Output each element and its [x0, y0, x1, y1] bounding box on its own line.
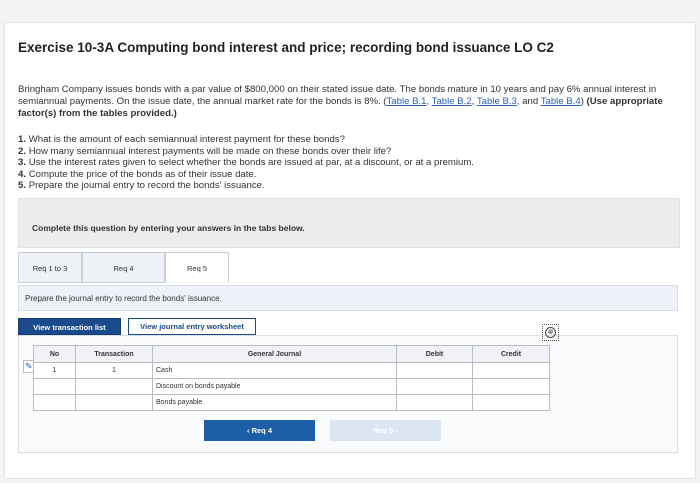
question-list: 1. What is the amount of each semiannual…: [18, 134, 673, 192]
close-button[interactable]: ⊗: [542, 324, 559, 341]
tab-instruction: Prepare the journal entry to record the …: [25, 294, 222, 303]
row-transaction: [75, 394, 153, 411]
question-text: What is the amount of each semiannual in…: [28, 134, 345, 145]
table-b2-link[interactable]: Table B.2: [432, 96, 472, 107]
question-number: 3.: [18, 157, 27, 168]
row-debit: [396, 378, 473, 395]
prev-req-button[interactable]: ‹ Req 4: [204, 420, 315, 441]
row-transaction: [75, 378, 153, 395]
col-header-no: No: [33, 345, 76, 363]
tab-req-1-to-3[interactable]: Req 1 to 3: [18, 252, 82, 283]
row-account: Discount on bonds payable: [152, 378, 397, 395]
row-no: 1: [33, 362, 76, 379]
question-number: 1.: [18, 134, 27, 145]
col-header-debit: Debit: [396, 345, 473, 363]
table-b3-link[interactable]: Table B.3: [477, 96, 517, 107]
table-row: Bonds payable: [33, 394, 550, 411]
tab-req-5[interactable]: Req 5: [165, 252, 229, 283]
question-item: 4. Compute the price of the bonds as of …: [18, 169, 673, 181]
col-header-general-journal: General Journal: [152, 345, 397, 363]
close-icon: ⊗: [545, 327, 556, 338]
view-journal-worksheet-button[interactable]: View journal entry worksheet: [128, 318, 256, 335]
question-item: 2. How many semiannual interest payments…: [18, 146, 673, 158]
table-b1-link[interactable]: Table B.1: [387, 96, 427, 107]
row-debit: [396, 394, 473, 411]
page-title: Exercise 10-3A Computing bond interest a…: [18, 40, 554, 55]
tab-req-4[interactable]: Req 4: [82, 252, 165, 283]
question-item: 5. Prepare the journal entry to record t…: [18, 180, 673, 192]
question-text: Compute the price of the bonds as of the…: [28, 168, 257, 180]
tab-instruction-bar: Prepare the journal entry to record the …: [18, 285, 678, 311]
row-credit: [472, 362, 550, 379]
journal-table: No Transaction General Journal Debit Cre…: [33, 345, 550, 411]
panel-instruction: Complete this question by entering your …: [32, 223, 305, 233]
pencil-icon: ✎: [25, 361, 33, 371]
problem-intro: Bringham Company issues bonds with a par…: [18, 84, 673, 120]
question-item: 3. Use the interest rates given to selec…: [18, 157, 673, 169]
table-row: Discount on bonds payable: [33, 378, 550, 395]
question-number: 5.: [18, 180, 27, 191]
intro-sep-3: , and: [516, 96, 541, 107]
table-b4-link[interactable]: Table B.4: [541, 96, 581, 107]
question-text: Prepare the journal entry to record the …: [28, 180, 265, 191]
row-credit: [472, 378, 550, 395]
row-account: Bonds payable: [152, 394, 397, 411]
col-header-transaction: Transaction: [75, 345, 153, 363]
question-item: 1. What is the amount of each semiannual…: [18, 134, 673, 146]
row-no: [33, 394, 76, 411]
next-req-button[interactable]: Req 5 ›: [330, 420, 441, 441]
row-transaction: 1: [75, 362, 153, 379]
col-header-credit: Credit: [472, 345, 550, 363]
question-text: How many semiannual interest payments wi…: [28, 145, 392, 157]
view-transaction-list-button[interactable]: View transaction list: [18, 318, 121, 335]
question-text: Use the interest rates given to select w…: [28, 157, 474, 168]
table-row: 1 1 Cash: [33, 362, 550, 379]
row-credit: [472, 394, 550, 411]
instructions-panel: Complete this question by entering your …: [18, 198, 680, 248]
row-debit: [396, 362, 473, 379]
question-number: 2.: [18, 145, 27, 157]
row-account: Cash: [152, 362, 397, 379]
question-number: 4.: [18, 168, 27, 180]
row-no: [33, 378, 76, 395]
